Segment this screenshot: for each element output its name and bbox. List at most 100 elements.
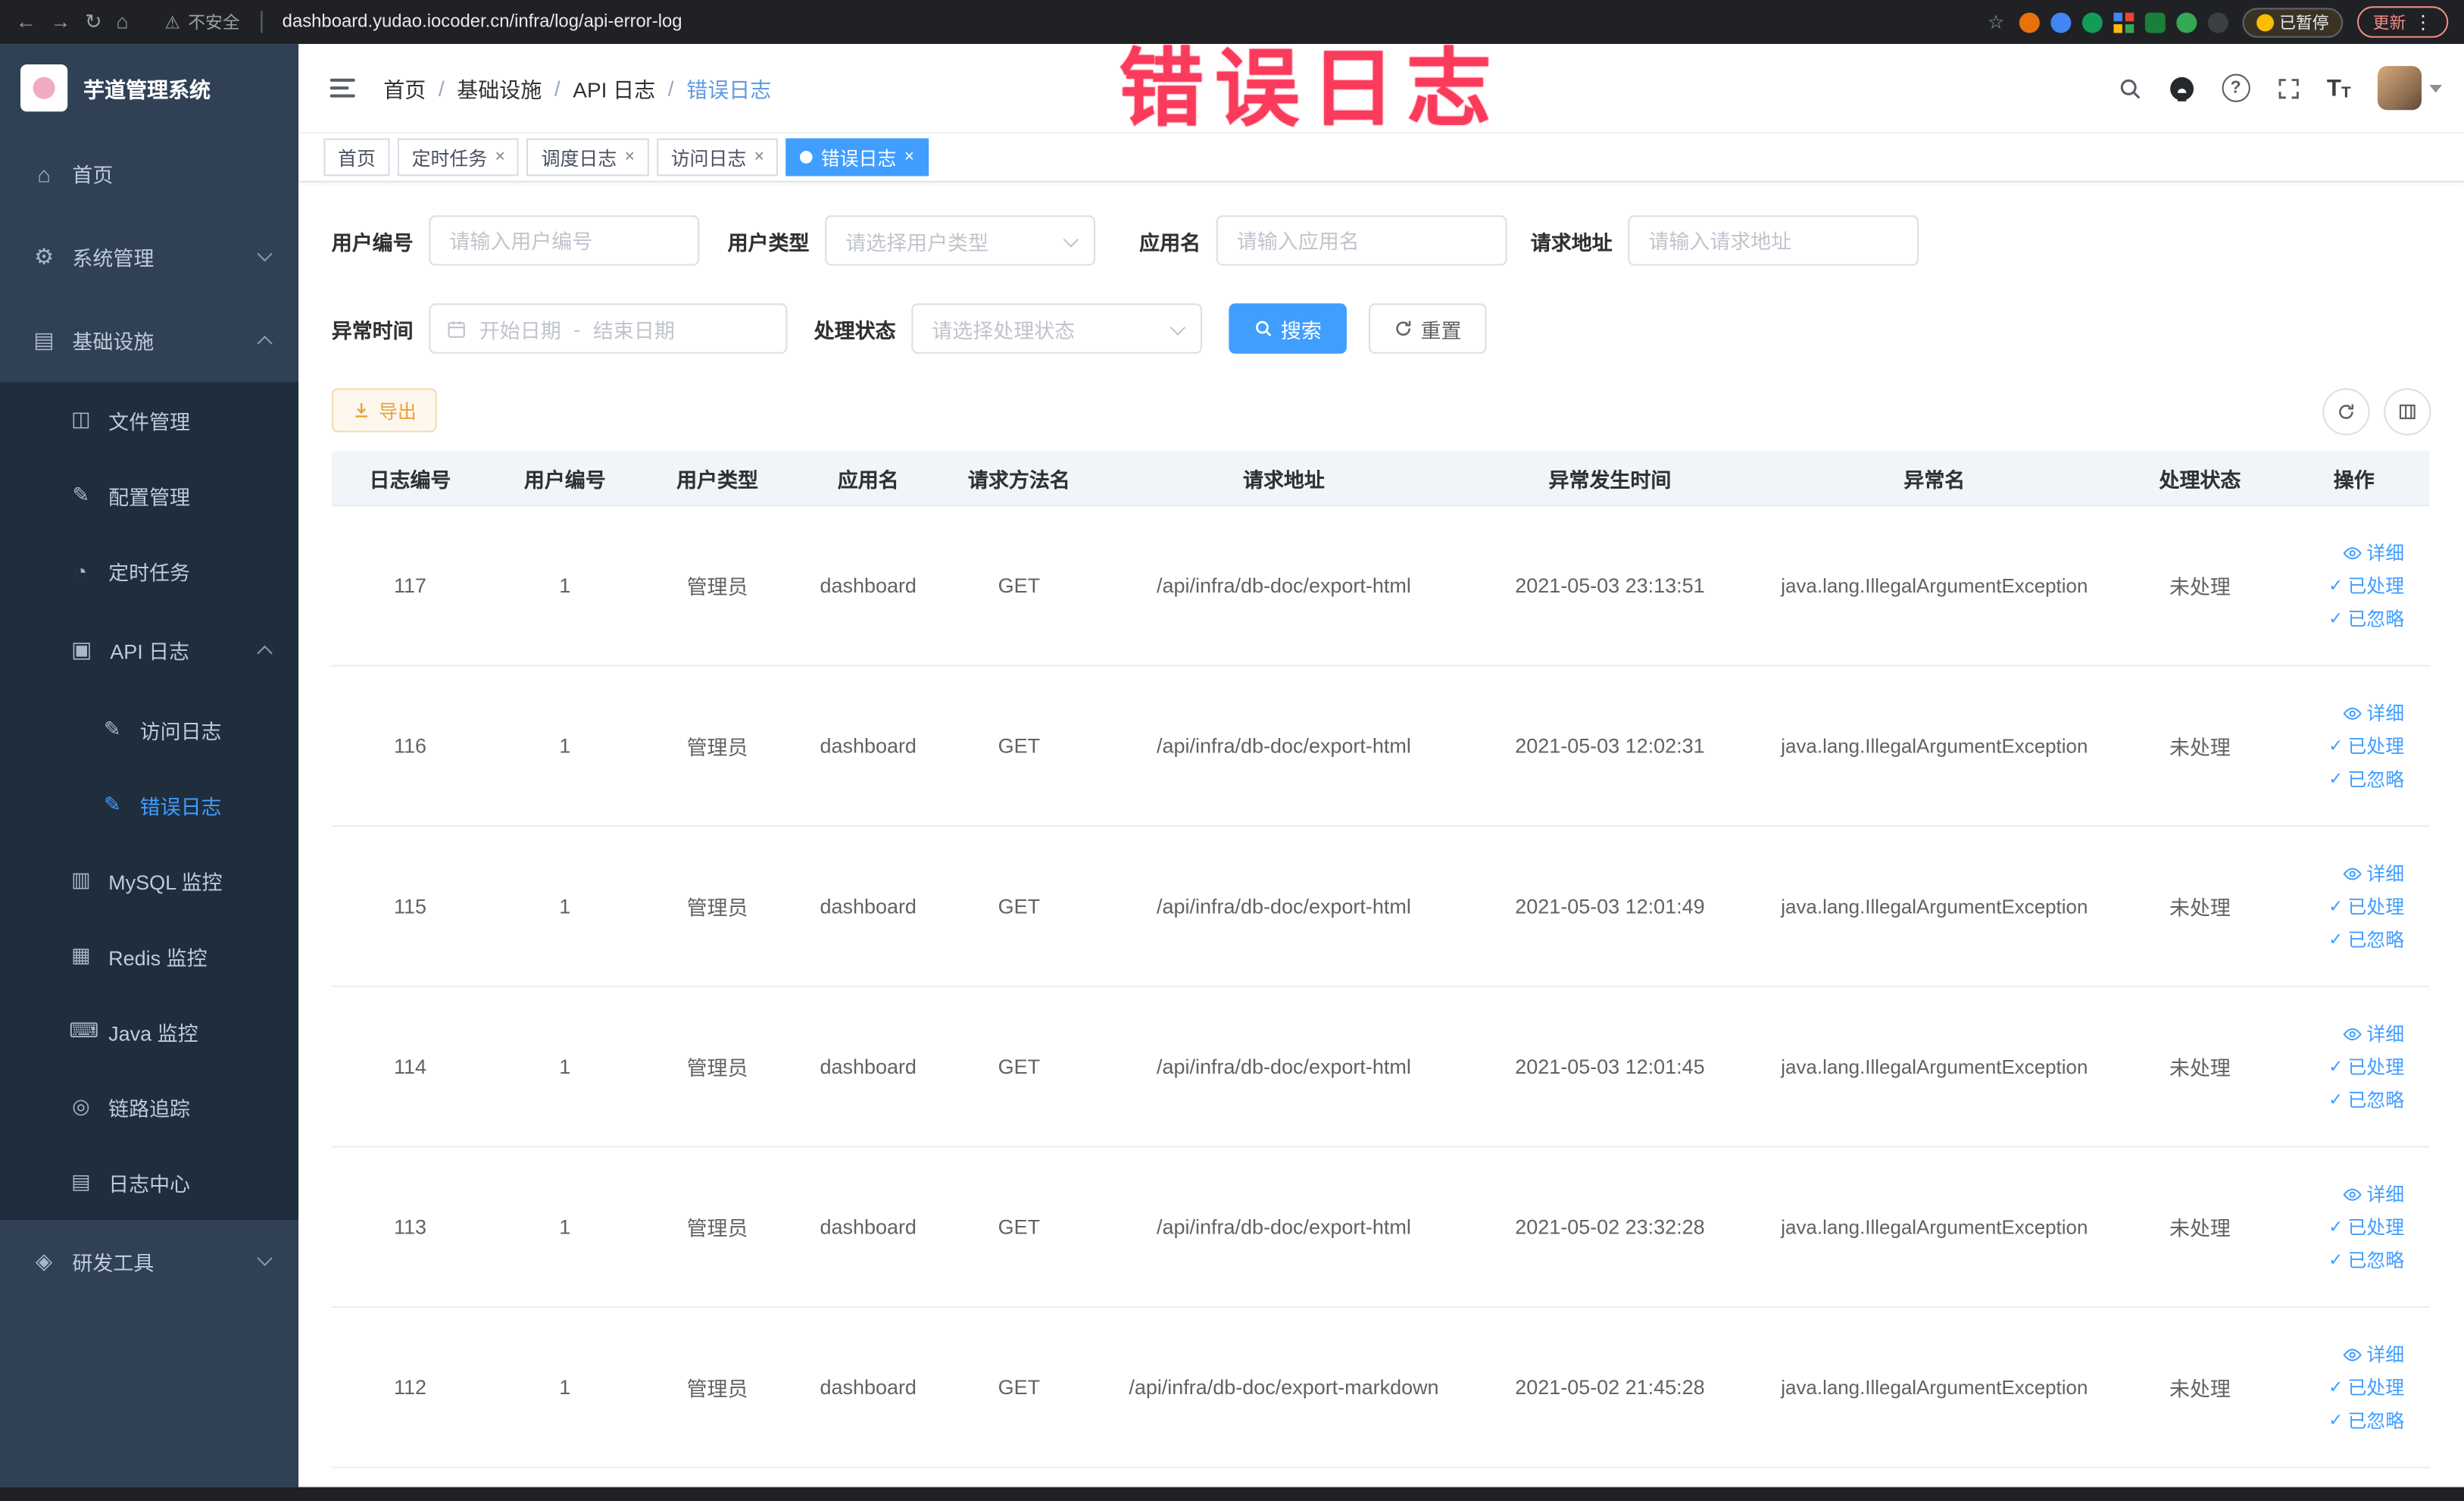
reset-button[interactable]: 重置 <box>1369 303 1487 354</box>
sidebar-item-file-mgmt[interactable]: ◫ 文件管理 <box>0 382 298 458</box>
sidebar-item-access-log[interactable]: ✎ 访问日志 <box>0 692 298 768</box>
date-range-picker[interactable]: 开始日期 - 结束日期 <box>429 303 788 354</box>
ignore-link[interactable]: ✓ 已忽略 <box>2328 1407 2404 1434</box>
ignore-link[interactable]: ✓ 已忽略 <box>2328 1246 2404 1273</box>
security-indicator[interactable]: ⚠ 不安全 <box>164 9 239 34</box>
tag-error-log[interactable]: 错误日志 × <box>786 138 929 177</box>
sidebar-item-cron-job[interactable]: ◔ 定时任务 <box>0 533 298 608</box>
breadcrumb-home[interactable]: 首页 <box>383 72 426 103</box>
github-icon[interactable] <box>2168 75 2194 102</box>
detail-link[interactable]: 详细 <box>2343 1020 2404 1046</box>
detail-link[interactable]: 详细 <box>2343 699 2404 726</box>
ignore-link[interactable]: ✓ 已忽略 <box>2328 605 2404 632</box>
processed-link[interactable]: ✓ 已处理 <box>2328 572 2404 599</box>
sidebar-item-java-monitor[interactable]: ⌨ Java 监控 <box>0 993 298 1069</box>
processed-link[interactable]: ✓ 已处理 <box>2328 1053 2404 1080</box>
user-id-input[interactable] <box>429 215 700 266</box>
ignore-link[interactable]: ✓ 已忽略 <box>2328 926 2404 952</box>
detail-link[interactable]: 详细 <box>2343 539 2404 566</box>
extension-icon-grid[interactable] <box>2113 11 2134 33</box>
check-icon: ✓ <box>2328 1058 2344 1077</box>
font-size-icon[interactable]: TT <box>2327 75 2351 102</box>
extension-icon-on[interactable] <box>2144 11 2165 33</box>
cell-exception: java.lang.IllegalArgumentException <box>1781 895 2088 918</box>
sidebar: 芋道管理系统 ⌂ 首页 ⚙ 系统管理 ▤ 基础设施 ◫ 文件管理 ✎ 配置管理 <box>0 44 299 1488</box>
export-button[interactable]: 导出 <box>331 388 437 433</box>
refresh-table-button[interactable] <box>2322 388 2370 436</box>
detail-link[interactable]: 详细 <box>2343 860 2404 887</box>
sidebar-item-home[interactable]: ⌂ 首页 <box>0 132 298 215</box>
trace-icon: ◎ <box>72 1093 90 1118</box>
app-logo[interactable]: 芋道管理系统 <box>0 44 298 132</box>
fullscreen-icon[interactable] <box>2277 77 2300 100</box>
detail-link[interactable]: 详细 <box>2343 1341 2404 1368</box>
home-icon[interactable]: ⌂ <box>116 0 128 44</box>
select-placeholder: 请选择处理状态 <box>932 318 1076 342</box>
extension-icon-blue[interactable] <box>2050 11 2071 33</box>
user-avatar-menu[interactable] <box>2377 66 2442 111</box>
tag-home[interactable]: 首页 <box>323 138 390 177</box>
sidebar-item-system-mgmt[interactable]: ⚙ 系统管理 <box>0 215 298 299</box>
processed-link[interactable]: ✓ 已处理 <box>2328 1214 2404 1240</box>
close-icon[interactable]: × <box>904 148 914 166</box>
infra-icon: ▤ <box>33 327 55 352</box>
hamburger-icon[interactable] <box>329 78 355 98</box>
extension-icon-leaf[interactable] <box>2175 11 2197 33</box>
breadcrumb-api-log[interactable]: API 日志 <box>573 72 655 103</box>
tag-access-log[interactable]: 访问日志 × <box>657 138 779 177</box>
paused-badge[interactable]: 已暂停 <box>2241 7 2344 37</box>
url-bar[interactable]: dashboard.yudao.iocoder.cn/infra/log/api… <box>283 13 682 32</box>
sidebar-item-mysql-monitor[interactable]: ▥ MySQL 监控 <box>0 843 298 918</box>
ignore-link[interactable]: ✓ 已忽略 <box>2328 1087 2404 1113</box>
sidebar-item-config-mgmt[interactable]: ✎ 配置管理 <box>0 458 298 533</box>
close-icon[interactable]: × <box>625 148 635 166</box>
close-icon[interactable]: × <box>495 148 505 166</box>
processed-link[interactable]: ✓ 已处理 <box>2328 1374 2404 1400</box>
filter-label: 异常时间 <box>331 318 414 342</box>
tag-cron-job[interactable]: 定时任务 × <box>397 138 520 177</box>
smiley-icon <box>2256 13 2273 31</box>
end-date-placeholder: 结束日期 <box>592 318 675 342</box>
sidebar-item-label: 访问日志 <box>139 719 222 743</box>
cell-url: /api/infra/db-doc/export-markdown <box>1129 1375 1439 1399</box>
back-icon[interactable]: ← <box>16 0 36 44</box>
filter-label: 应用名 <box>1139 230 1201 255</box>
update-button[interactable]: 更新 ⋮ <box>2356 6 2449 38</box>
col-actions: 操作 <box>2333 467 2375 492</box>
search-button[interactable]: 搜索 <box>1229 303 1348 354</box>
sidebar-item-trace[interactable]: ◎ 链路追踪 <box>0 1069 298 1145</box>
sidebar-item-infrastructure[interactable]: ▤ 基础设施 <box>0 299 298 382</box>
table-toolbar: 导出 <box>331 388 2431 436</box>
request-url-input[interactable] <box>1628 215 1919 266</box>
process-status-select[interactable]: 请选择处理状态 <box>911 303 1203 354</box>
search-icon[interactable] <box>2118 77 2141 100</box>
reload-icon[interactable]: ↻ <box>85 0 102 44</box>
sidebar-item-dev-tools[interactable]: ◈ 研发工具 <box>0 1220 298 1303</box>
close-icon[interactable]: × <box>754 148 764 166</box>
sidebar-item-error-log[interactable]: ✎ 错误日志 <box>0 767 298 843</box>
sidebar-item-redis-monitor[interactable]: ▦ Redis 监控 <box>0 918 298 994</box>
sidebar-item-log-center[interactable]: ▤ 日志中心 <box>0 1144 298 1220</box>
breadcrumb-infrastructure[interactable]: 基础设施 <box>457 72 542 103</box>
column-settings-button[interactable] <box>2384 388 2431 436</box>
chevron-up-icon <box>257 336 273 352</box>
app-name-input[interactable] <box>1216 215 1507 266</box>
detail-link[interactable]: 详细 <box>2343 1180 2404 1207</box>
extension-icon-orange[interactable] <box>2018 11 2039 33</box>
sidebar-item-label: Java 监控 <box>108 1021 198 1045</box>
processed-link[interactable]: ✓ 已处理 <box>2328 733 2404 759</box>
table-row: 117 1 管理员 dashboard GET /api/infra/db-do… <box>331 506 2430 667</box>
processed-link[interactable]: ✓ 已处理 <box>2328 893 2404 919</box>
tag-schedule-log[interactable]: 调度日志 × <box>526 138 649 177</box>
forward-icon[interactable]: → <box>50 0 70 44</box>
more-menu-icon[interactable]: ⋮ <box>2414 11 2433 33</box>
user-type-select[interactable]: 请选择用户类型 <box>825 215 1096 266</box>
sidebar-item-api-log[interactable]: ▣ API 日志 <box>0 608 299 692</box>
filter-row-2: 异常时间 开始日期 - 结束日期 处理状态 请选择处理状态 搜索 重置 <box>331 303 2431 354</box>
extension-icon-paw[interactable] <box>2206 11 2228 33</box>
extension-icon-green[interactable] <box>2081 11 2102 33</box>
bookmark-star-icon[interactable]: ☆ <box>1988 11 2004 33</box>
cell-status: 未处理 <box>2169 1216 2231 1240</box>
help-icon[interactable]: ? <box>2221 73 2250 102</box>
ignore-link[interactable]: ✓ 已忽略 <box>2328 765 2404 792</box>
